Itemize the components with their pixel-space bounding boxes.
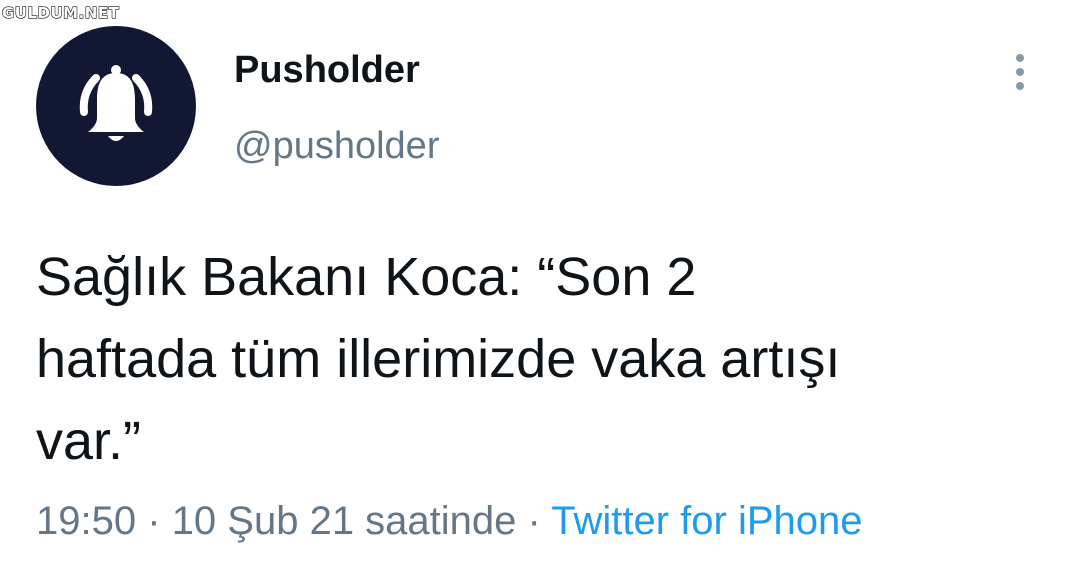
tweet-source-link[interactable]: Twitter for iPhone: [551, 499, 862, 543]
display-name[interactable]: Pusholder: [234, 48, 420, 92]
user-handle[interactable]: @pusholder: [234, 124, 439, 168]
meta-separator: ·: [147, 499, 161, 543]
more-options-button[interactable]: [1004, 50, 1036, 94]
tweet-date[interactable]: 10 Şub 21 saatinde: [172, 499, 517, 543]
meta-separator-2: ·: [527, 499, 541, 543]
site-watermark: GULDUM.NET: [1, 3, 120, 22]
bell-icon: [79, 65, 153, 141]
tweet-time[interactable]: 19:50: [36, 499, 136, 543]
tweet-meta: 19:50 · 10 Şub 21 saatinde · Twitter for…: [36, 497, 863, 545]
more-vertical-icon: [1016, 54, 1024, 90]
tweet-text: Sağlık Bakanı Koca: “Son 2 haftada tüm i…: [36, 247, 841, 471]
profile-avatar[interactable]: [36, 26, 196, 186]
